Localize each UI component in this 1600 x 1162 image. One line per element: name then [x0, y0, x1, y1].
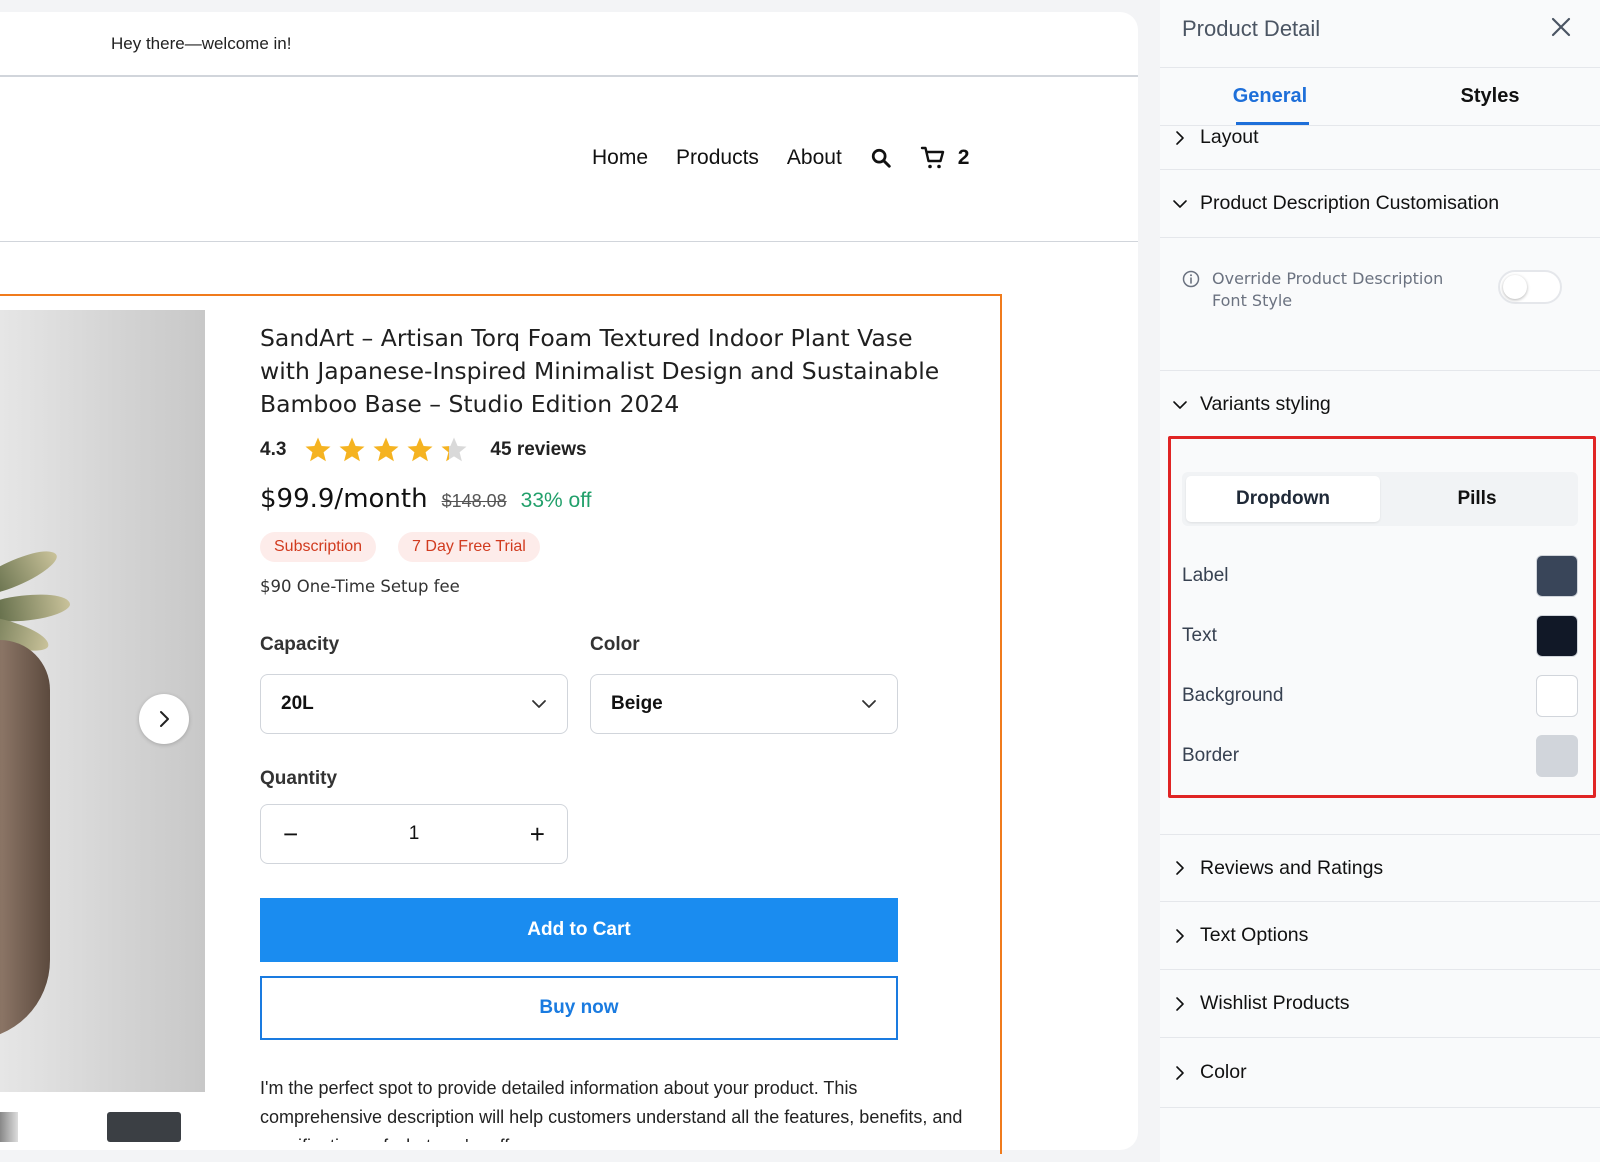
- section-wishlist-products-label: Wishlist Products: [1200, 992, 1350, 1014]
- text-color-swatch[interactable]: [1536, 615, 1578, 657]
- chevron-down-icon: [532, 700, 546, 708]
- section-variants-styling-label: Variants styling: [1200, 393, 1331, 415]
- background-color-swatch[interactable]: [1536, 675, 1578, 717]
- app-root: Hey there—welcome in! Home Products Abou…: [0, 0, 1600, 1162]
- old-price: $148.08: [441, 491, 507, 511]
- section-description-customisation-label: Product Description Customisation: [1200, 192, 1500, 214]
- quantity-value[interactable]: 1: [409, 823, 420, 845]
- capacity-label: Capacity: [260, 634, 340, 655]
- color-row-label-text: Label: [1182, 565, 1229, 586]
- trial-badge: 7 Day Free Trial: [398, 532, 540, 562]
- override-font-style-toggle[interactable]: [1498, 270, 1562, 304]
- label-color-swatch[interactable]: [1536, 555, 1578, 597]
- price-row: $99.9/month $148.08 33% off: [260, 484, 592, 514]
- panel-header: Product Detail: [1160, 0, 1600, 68]
- nav-about[interactable]: About: [787, 146, 842, 170]
- product-description: I'm the perfect spot to provide detailed…: [260, 1078, 963, 1142]
- tab-general[interactable]: General: [1160, 68, 1380, 125]
- review-count[interactable]: 45 reviews: [490, 439, 586, 461]
- setup-fee: $90 One-Time Setup fee: [260, 577, 460, 596]
- nav-products[interactable]: Products: [676, 146, 759, 170]
- search-icon[interactable]: [870, 147, 892, 169]
- tab-styles[interactable]: Styles: [1380, 68, 1600, 125]
- panel-tabs: General Styles: [1160, 68, 1600, 126]
- panel-title: Product Detail: [1182, 16, 1321, 41]
- image-next-button[interactable]: [139, 694, 189, 744]
- nav-home[interactable]: Home: [592, 146, 648, 170]
- section-text-options-label: Text Options: [1200, 924, 1309, 946]
- cart-count: 2: [957, 146, 970, 169]
- nav-bar: Home Products About 2: [0, 77, 1138, 242]
- discount: 33% off: [520, 489, 592, 512]
- color-select[interactable]: Beige: [590, 674, 898, 734]
- chevron-right-icon: [1176, 996, 1184, 1011]
- color-row-text: Text: [1182, 614, 1578, 658]
- thumbnail[interactable]: [107, 1112, 181, 1142]
- color-value: Beige: [611, 693, 663, 714]
- override-font-style-label: Override Product Description Font Style: [1212, 269, 1444, 310]
- chevron-right-icon: [160, 711, 169, 727]
- star-icon: [407, 437, 433, 462]
- star-icon: [441, 437, 467, 462]
- buy-now-button[interactable]: Buy now: [260, 976, 898, 1040]
- price: $99.9/month: [260, 484, 428, 514]
- chevron-down-icon: [862, 700, 876, 708]
- star-icon: [305, 437, 331, 462]
- main-nav: Home Products About 2: [592, 145, 969, 171]
- product-title: SandArt – Artisan Torq Foam Textured Ind…: [260, 324, 940, 418]
- badges: Subscription 7 Day Free Trial: [260, 532, 540, 562]
- welcome-bar: Hey there—welcome in!: [0, 12, 1138, 77]
- info-icon: [1182, 270, 1200, 288]
- section-description-customisation[interactable]: Product Description Customisation: [1160, 170, 1600, 238]
- star-icon: [373, 437, 399, 462]
- variant-mode-switch: Dropdown Pills: [1182, 472, 1578, 526]
- section-layout-label: Layout: [1200, 126, 1259, 148]
- color-row-text-text: Text: [1182, 625, 1217, 646]
- chevron-right-icon: [1176, 131, 1184, 145]
- variant-mode-pills[interactable]: Pills: [1380, 476, 1574, 522]
- increment-button[interactable]: +: [530, 821, 545, 847]
- thumbnail[interactable]: [0, 1112, 18, 1142]
- section-layout[interactable]: Layout: [1160, 126, 1600, 170]
- cart[interactable]: 2: [920, 145, 970, 171]
- subscription-badge: Subscription: [260, 532, 377, 562]
- quantity-label: Quantity: [260, 768, 338, 789]
- add-to-cart-button[interactable]: Add to Cart: [260, 898, 898, 962]
- capacity-value: 20L: [281, 693, 314, 714]
- toggle-knob: [1503, 275, 1527, 299]
- color-row-border: Border: [1182, 734, 1578, 778]
- chevron-right-icon: [1176, 928, 1184, 943]
- cart-icon: [920, 146, 944, 169]
- chevron-down-icon: [1173, 400, 1187, 409]
- welcome-text: Hey there—welcome in!: [111, 34, 292, 53]
- chevron-down-icon: [1173, 199, 1187, 208]
- color-row-background: Background: [1182, 674, 1578, 718]
- section-reviews-ratings[interactable]: Reviews and Ratings: [1160, 834, 1600, 902]
- close-icon[interactable]: [1550, 16, 1572, 38]
- star-rating: [304, 436, 468, 464]
- quantity-stepper: − 1 +: [260, 804, 568, 864]
- decrement-button[interactable]: −: [283, 821, 298, 847]
- vase: [0, 640, 50, 1040]
- section-reviews-ratings-label: Reviews and Ratings: [1200, 856, 1384, 879]
- rating-row: 4.3 45 reviews: [260, 436, 587, 464]
- color-row-background-text: Background: [1182, 685, 1284, 706]
- color-row-border-text: Border: [1182, 745, 1240, 766]
- section-color-label: Color: [1200, 1061, 1247, 1083]
- chevron-right-icon: [1176, 861, 1184, 875]
- rating-value: 4.3: [260, 439, 287, 460]
- color-label: Color: [590, 634, 640, 655]
- color-row-label: Label: [1182, 554, 1578, 598]
- star-icon: [339, 437, 365, 462]
- chevron-right-icon: [1176, 1065, 1184, 1080]
- section-wishlist-products[interactable]: Wishlist Products: [1160, 970, 1600, 1038]
- section-color[interactable]: Color: [1160, 1038, 1600, 1108]
- section-variants-styling[interactable]: Variants styling: [1160, 370, 1600, 438]
- section-text-options[interactable]: Text Options: [1160, 902, 1600, 970]
- variant-mode-dropdown[interactable]: Dropdown: [1186, 476, 1380, 522]
- capacity-select[interactable]: 20L: [260, 674, 568, 734]
- border-color-swatch[interactable]: [1536, 735, 1578, 777]
